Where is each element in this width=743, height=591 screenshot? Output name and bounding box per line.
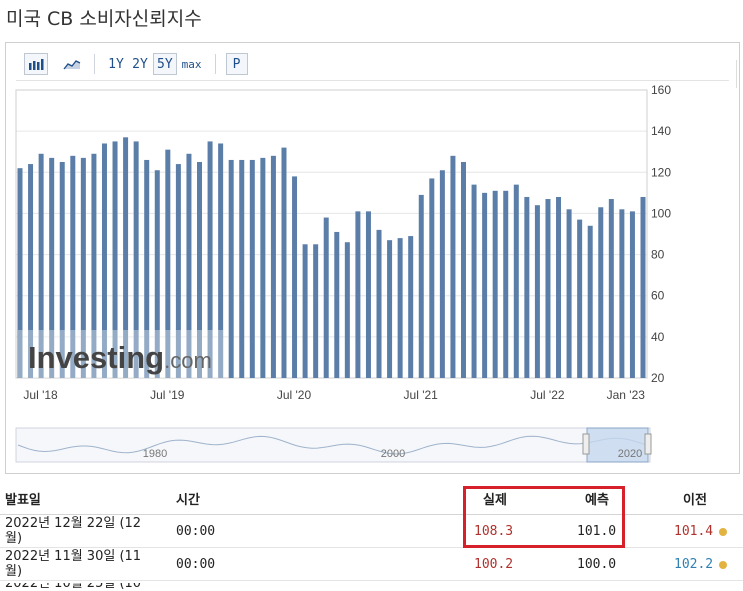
table-row: 2022년 11월 30일 (11 월) 00:00 100.2 100.0 1… <box>0 548 743 581</box>
bar <box>629 211 635 378</box>
bar <box>302 244 308 378</box>
navigator-handle-left <box>582 433 590 455</box>
bar <box>387 240 393 378</box>
bar <box>429 178 435 378</box>
table-row-partial: 2022년 10월 25일 (10 <box>0 583 743 591</box>
bar-chart: Investing.com 20 40 60 80 100 120 140 160 Jul '… <box>15 83 671 463</box>
row-time: 00:00 <box>176 557 216 572</box>
previous-indicator-dot <box>719 528 727 536</box>
actual-forecast-highlight <box>463 486 625 548</box>
header-previous[interactable]: 이전 <box>683 493 707 508</box>
bar <box>608 199 614 378</box>
row-date: 2022년 11월 30일 (11 <box>5 549 142 564</box>
bar <box>460 162 466 378</box>
bar <box>323 217 329 378</box>
previous-indicator-dot <box>719 561 727 569</box>
y-tick-label: 20 <box>651 371 665 385</box>
navigator-label: 2000 <box>381 448 405 460</box>
table-row: 2022년 12월 22일 (12 월) 00:00 108.3 101.0 1… <box>0 515 743 548</box>
bar <box>640 196 646 378</box>
bar <box>260 157 266 378</box>
bar <box>450 155 456 378</box>
investing-watermark: Investing.com <box>18 330 223 378</box>
bar <box>471 184 477 378</box>
bar <box>566 209 572 378</box>
bar <box>587 225 593 378</box>
row-date-cont: 월) <box>5 564 23 579</box>
x-axis-ticks: Jul '18 Jul '19 Jul '20 Jul '21 Jul '22 Jan '… <box>23 388 645 402</box>
bar <box>344 242 350 378</box>
bar <box>355 211 361 378</box>
bar <box>513 184 519 378</box>
x-tick-label: Jul '20 <box>277 388 312 402</box>
row-date-cont: 월) <box>5 531 23 546</box>
row-time: 00:00 <box>176 524 216 539</box>
bar <box>556 196 562 378</box>
row-previous: 101.4 <box>674 524 714 539</box>
header-date[interactable]: 발표일 <box>5 493 41 508</box>
bar <box>281 147 287 378</box>
bar <box>598 207 604 378</box>
y-tick-label: 80 <box>651 248 665 262</box>
bar <box>365 211 371 378</box>
bar <box>482 192 488 378</box>
bar <box>292 176 298 378</box>
y-tick-label: 40 <box>651 330 665 344</box>
row-actual: 100.2 <box>474 557 514 572</box>
bar <box>397 238 403 378</box>
x-tick-label: Jul '22 <box>530 388 565 402</box>
bar <box>524 196 530 378</box>
y-tick-label: 160 <box>651 83 671 97</box>
x-tick-label: Jul '21 <box>404 388 439 402</box>
bar <box>545 199 551 378</box>
table-header: 발표일 시간 실제 예측 이전 <box>0 484 743 515</box>
row-date: 2022년 12월 22일 (12 <box>5 516 142 531</box>
row-forecast: 100.0 <box>577 557 617 572</box>
bar <box>577 219 583 378</box>
navigator-label: 2020 <box>618 448 642 460</box>
x-tick-label: Jul '19 <box>150 388 185 402</box>
y-tick-label: 100 <box>651 206 671 220</box>
scrollbar-stub[interactable] <box>736 60 743 88</box>
bar <box>408 236 414 378</box>
y-tick-label: 120 <box>651 165 671 179</box>
row-previous: 102.2 <box>674 557 714 572</box>
navigator-label: 1980 <box>143 448 167 460</box>
y-tick-label: 60 <box>651 289 665 303</box>
bar <box>376 229 382 378</box>
x-tick-label: Jan '23 <box>607 388 646 402</box>
bar <box>619 209 625 378</box>
bar <box>270 155 276 378</box>
bar <box>239 159 245 378</box>
bar <box>334 231 340 378</box>
bar <box>249 159 255 378</box>
bar <box>228 159 234 378</box>
bar <box>534 205 540 378</box>
bar <box>313 244 319 378</box>
y-axis-ticks: 20 40 60 80 100 120 140 160 <box>651 83 671 385</box>
x-tick-label: Jul '18 <box>23 388 58 402</box>
bar <box>503 190 509 378</box>
row-date-partial: 2022년 10월 25일 (10 <box>5 583 142 591</box>
header-time[interactable]: 시간 <box>176 493 200 508</box>
bar <box>492 190 498 378</box>
y-tick-label: 140 <box>651 124 671 138</box>
bar <box>439 170 445 378</box>
navigator-handle-right <box>644 433 652 455</box>
range-navigator: 1980 2000 2020 <box>15 427 652 463</box>
bar <box>418 194 424 378</box>
